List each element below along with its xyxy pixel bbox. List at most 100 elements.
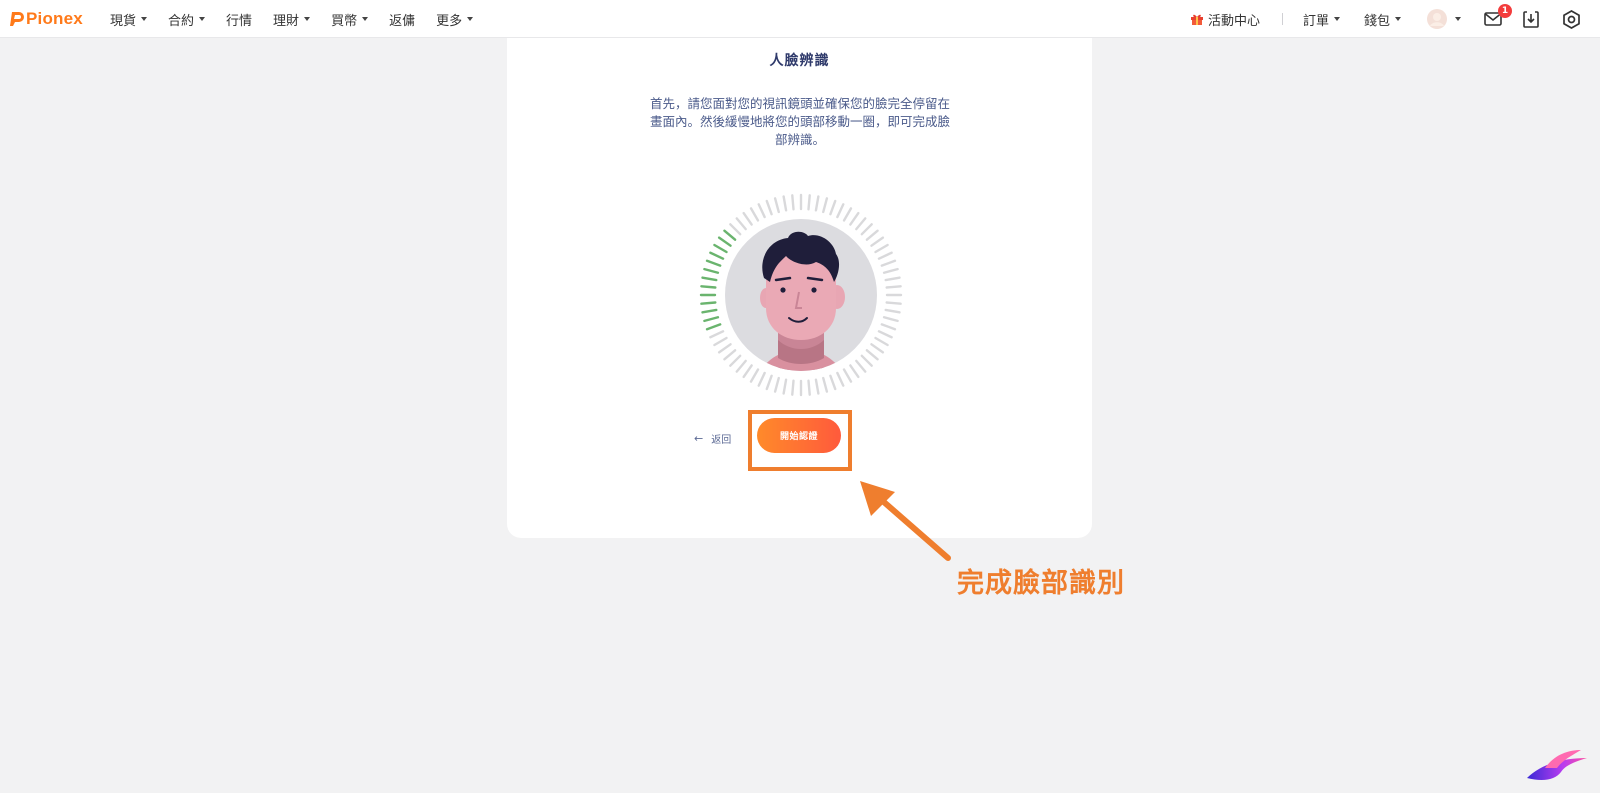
annotation-label: 完成臉部識別 <box>957 568 1125 599</box>
mail-unread-badge: 1 <box>1498 4 1512 18</box>
nav-item-label: 合約 <box>168 13 195 29</box>
progress-tick <box>773 376 780 393</box>
nav-item-label: 買幣 <box>331 13 358 29</box>
download-icon <box>1523 10 1539 28</box>
progress-tick-complete <box>717 236 732 247</box>
progress-tick <box>870 343 885 354</box>
progress-tick <box>729 223 742 236</box>
progress-tick <box>865 229 879 241</box>
progress-tick <box>855 359 867 373</box>
progress-tick <box>773 197 780 214</box>
progress-tick <box>757 371 766 387</box>
progress-tick <box>870 236 885 247</box>
progress-tick <box>865 349 879 361</box>
pionex-logo[interactable]: Pionex <box>10 9 83 29</box>
progress-tick <box>735 359 747 373</box>
progress-tick-complete <box>705 259 722 267</box>
progress-tick <box>765 199 773 216</box>
nav-item-more[interactable]: 更多 <box>436 0 474 38</box>
nav-item-label: 現貨 <box>110 13 137 29</box>
orders-menu[interactable]: 訂單 <box>1303 0 1341 38</box>
caret-down-icon <box>1455 17 1461 21</box>
progress-tick-complete <box>701 276 718 282</box>
progress-tick <box>874 243 889 254</box>
nav-item-markets[interactable]: 行情 <box>226 0 252 38</box>
back-link[interactable]: ← 返回 <box>694 430 731 446</box>
progress-tick <box>709 330 725 339</box>
progress-tick <box>749 207 760 222</box>
nav-item-futures[interactable]: 合約 <box>168 0 206 38</box>
progress-tick <box>860 223 873 236</box>
caret-down-icon <box>141 17 148 21</box>
wallet-label: 錢包 <box>1364 13 1391 29</box>
nav-item-label: 更多 <box>436 13 463 29</box>
progress-tick <box>829 199 837 216</box>
main-nav: 現貨 合約 行情 理財 買幣 返傭 更多 <box>110 0 494 38</box>
settings-icon <box>1563 9 1580 29</box>
progress-tick-complete <box>703 316 720 323</box>
nav-item-label: 理財 <box>273 13 300 29</box>
progress-tick <box>877 330 893 339</box>
progress-tick <box>729 354 742 367</box>
events-center-link[interactable]: 活動中心 <box>1190 0 1260 38</box>
progress-tick-complete <box>700 285 717 289</box>
caret-down-icon <box>1334 17 1341 21</box>
progress-tick-complete <box>700 301 717 305</box>
progress-tick <box>782 195 788 212</box>
progress-tick <box>860 354 873 367</box>
progress-tick <box>782 378 788 395</box>
progress-tick <box>807 194 811 211</box>
back-label: 返回 <box>711 434 732 446</box>
nav-item-spot[interactable]: 現貨 <box>110 0 148 38</box>
caret-down-icon <box>199 17 206 21</box>
nav-item-buy-crypto[interactable]: 買幣 <box>331 0 369 38</box>
progress-tick <box>717 343 732 354</box>
progress-tick-complete <box>703 267 720 274</box>
progress-tick <box>836 371 845 387</box>
nav-item-label: 返傭 <box>389 13 416 29</box>
progress-tick-complete <box>701 308 718 314</box>
account-menu[interactable] <box>1427 0 1461 38</box>
caret-down-icon <box>362 17 369 21</box>
progress-tick <box>884 276 901 282</box>
progress-tick <box>749 368 760 383</box>
progress-tick <box>885 285 902 289</box>
nav-divider <box>1282 13 1283 25</box>
progress-tick <box>791 379 795 396</box>
progress-tick <box>791 194 795 211</box>
avatar <box>1427 9 1447 29</box>
progress-tick-complete <box>713 243 728 254</box>
progress-tick <box>842 207 853 222</box>
nav-item-referral[interactable]: 返傭 <box>389 0 415 38</box>
caret-down-icon <box>467 17 474 21</box>
progress-tick <box>849 211 860 226</box>
progress-tick <box>713 336 728 347</box>
progress-tick <box>814 195 820 212</box>
orders-label: 訂單 <box>1303 13 1330 29</box>
progress-tick-complete <box>723 229 737 241</box>
face-scan-progress-ring <box>699 193 903 397</box>
progress-tick <box>884 308 901 314</box>
caret-down-icon <box>304 17 311 21</box>
wallet-menu[interactable]: 錢包 <box>1364 0 1402 38</box>
progress-tick <box>807 379 811 396</box>
progress-tick <box>723 349 737 361</box>
start-verification-button[interactable]: 開始認證 <box>757 418 841 453</box>
progress-tick <box>757 203 766 219</box>
progress-tick <box>836 203 845 219</box>
nav-item-label: 行情 <box>226 13 253 29</box>
progress-tick <box>822 376 829 393</box>
bird-logo-icon <box>1527 750 1587 780</box>
face-verification-card: 人臉辨識 首先，請您面對您的視訊鏡頭並確保您的臉完全停留在畫面內。然後緩慢地將您… <box>507 38 1092 538</box>
nav-item-earn[interactable]: 理財 <box>273 0 311 38</box>
progress-tick <box>765 374 773 391</box>
progress-tick <box>880 259 897 267</box>
progress-tick <box>822 197 829 214</box>
download-button[interactable] <box>1523 0 1539 38</box>
progress-tick <box>842 368 853 383</box>
progress-tick <box>829 374 837 391</box>
face-scan-illustration <box>696 190 906 400</box>
progress-tick <box>885 301 902 305</box>
settings-button[interactable] <box>1562 0 1581 38</box>
progress-tick <box>880 323 897 331</box>
